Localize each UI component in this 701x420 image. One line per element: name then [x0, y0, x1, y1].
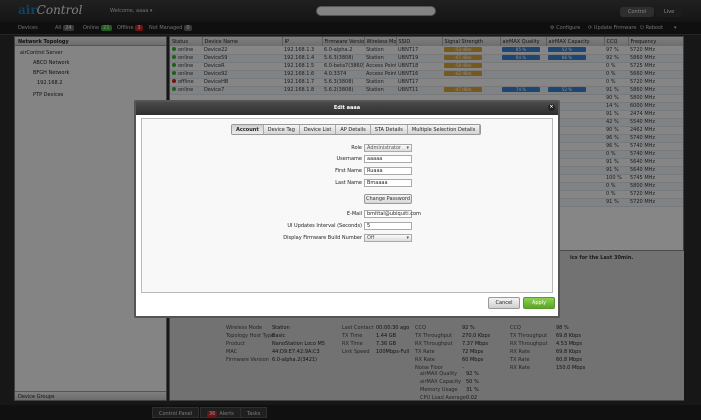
dialog-tabs: Account Device Tag Device List AP Detail…: [231, 124, 482, 135]
close-icon[interactable]: ×: [548, 104, 555, 111]
cancel-button[interactable]: Cancel: [488, 297, 520, 309]
dialog-body: Account Device Tag Device List AP Detail…: [141, 118, 553, 293]
change-password-button[interactable]: Change Password: [364, 194, 412, 204]
change-password-row: Change Password: [142, 194, 554, 204]
tab-sta-details[interactable]: STA Details: [370, 125, 408, 134]
firstname-label: First Name: [335, 168, 362, 174]
role-select[interactable]: Administrator ▾: [364, 144, 412, 152]
email-row: E-Mail bmittal@ubiquiti.com: [142, 210, 554, 219]
dialog-title: Edit aaaa ×: [136, 102, 558, 115]
lastname-label: Last Name: [335, 180, 362, 186]
firmware-build-label: Display Firmware Build Number: [283, 235, 362, 241]
firmware-build-select[interactable]: Off ▾: [364, 234, 412, 242]
role-label: Role: [351, 145, 362, 151]
edit-user-dialog: Edit aaaa × Account Device Tag Device Lis…: [134, 100, 560, 318]
tab-account[interactable]: Account: [232, 125, 264, 134]
firstname-row: First Name Ruaaa: [142, 167, 554, 176]
username-label: Username: [336, 156, 363, 162]
tab-ap-details[interactable]: AP Details: [336, 125, 371, 134]
username-field[interactable]: aaaaa: [364, 155, 412, 163]
firmware-build-row: Display Firmware Build Number Off ▾: [142, 234, 554, 243]
tab-device-list[interactable]: Device List: [299, 125, 337, 134]
lastname-field[interactable]: Bmaaaa: [364, 179, 412, 187]
chevron-down-icon: ▾: [406, 145, 409, 151]
ui-interval-row: UI Updates Interval (Seconds) 5: [142, 222, 554, 231]
dialog-footer: Cancel Apply: [136, 292, 558, 316]
ui-interval-field[interactable]: 5: [364, 222, 412, 230]
tab-device-tag[interactable]: Device Tag: [263, 125, 300, 134]
role-row: Role Administrator ▾: [142, 144, 554, 153]
username-row: Username aaaaa: [142, 155, 554, 164]
firstname-field[interactable]: Ruaaa: [364, 167, 412, 175]
email-field[interactable]: bmittal@ubiquiti.com: [364, 210, 421, 218]
apply-button[interactable]: Apply: [523, 297, 555, 309]
chevron-down-icon: ▾: [406, 235, 409, 241]
lastname-row: Last Name Bmaaaa: [142, 179, 554, 188]
tab-multiple-selection[interactable]: Multiple Selection Details: [407, 125, 481, 134]
ui-interval-label: UI Updates Interval (Seconds): [287, 223, 362, 229]
email-label: E-Mail: [346, 211, 362, 217]
